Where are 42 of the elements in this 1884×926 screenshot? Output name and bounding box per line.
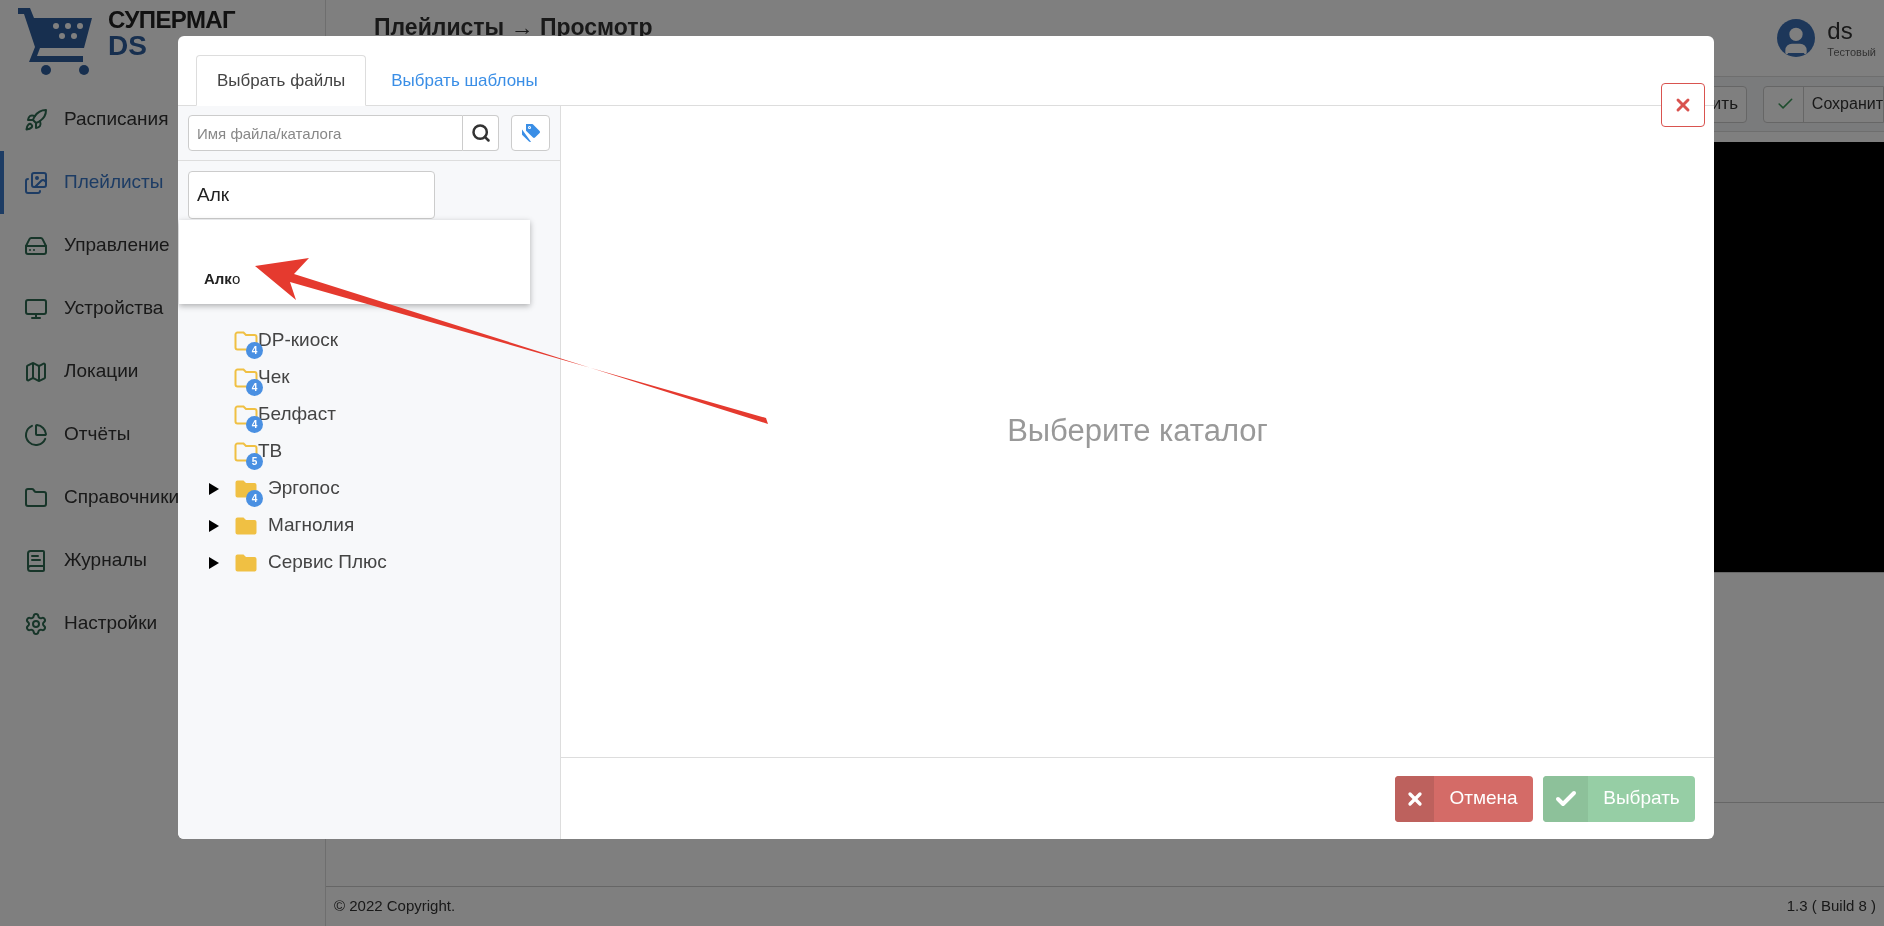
cancel-button[interactable]: Отмена	[1395, 775, 1533, 822]
folder-icon	[234, 552, 258, 573]
tree-item[interactable]: 4 Эргопос	[178, 470, 560, 507]
tags-button[interactable]	[511, 115, 550, 151]
version-text: 1.3 ( Build 8 )	[1786, 896, 1876, 917]
user-name: ds	[1827, 16, 1854, 47]
map-icon	[24, 359, 48, 384]
logo-subtitle: DS	[108, 32, 148, 60]
user-role: Тестовый	[1827, 46, 1876, 60]
folder-label: Эргопос	[268, 476, 340, 501]
search-button[interactable]	[463, 115, 499, 151]
pie-chart-icon	[24, 422, 48, 447]
close-button[interactable]	[1661, 83, 1705, 127]
save-button[interactable]: Сохранит	[1763, 85, 1884, 123]
tag-filter-field[interactable]: Алк	[188, 171, 435, 219]
suggestion-item[interactable]: Алко	[179, 267, 530, 290]
book-icon	[24, 548, 48, 573]
caret-right-icon[interactable]	[209, 556, 219, 569]
folder-icon	[24, 485, 48, 510]
caret-right-icon[interactable]	[209, 482, 219, 495]
folder-label: Сервис Плюс	[268, 550, 387, 575]
gear-icon	[24, 611, 48, 636]
logo-title: СУПЕРМАГ	[108, 8, 236, 32]
caret-right-icon[interactable]	[209, 519, 219, 532]
dialog-tab[interactable]: Выбрать шаблоны	[370, 55, 559, 106]
dialog-tab[interactable]: Выбрать файлы	[196, 55, 367, 106]
count-badge: 5	[246, 452, 263, 470]
search-field[interactable]: Имя файла/каталога	[188, 115, 463, 151]
search-icon	[470, 123, 491, 143]
tree-item[interactable]: Магнолия	[178, 507, 560, 544]
sidebar-item[interactable]: Настройки	[0, 592, 325, 655]
count-badge: 4	[246, 378, 263, 396]
breadcrumb: Плейлисты → Просмотр	[374, 12, 653, 42]
avatar-icon	[1777, 19, 1816, 57]
monitor-icon	[24, 296, 48, 321]
folder-label: Магнолия	[268, 513, 355, 538]
images-icon	[24, 170, 48, 195]
empty-message: Выберите каталог	[1007, 412, 1268, 451]
rocket-icon	[24, 107, 48, 132]
copyright-text: © 2022 Copyright.	[334, 896, 456, 917]
folder-icon	[234, 515, 258, 536]
tree-item[interactable]: Сервис Плюс	[178, 544, 560, 581]
